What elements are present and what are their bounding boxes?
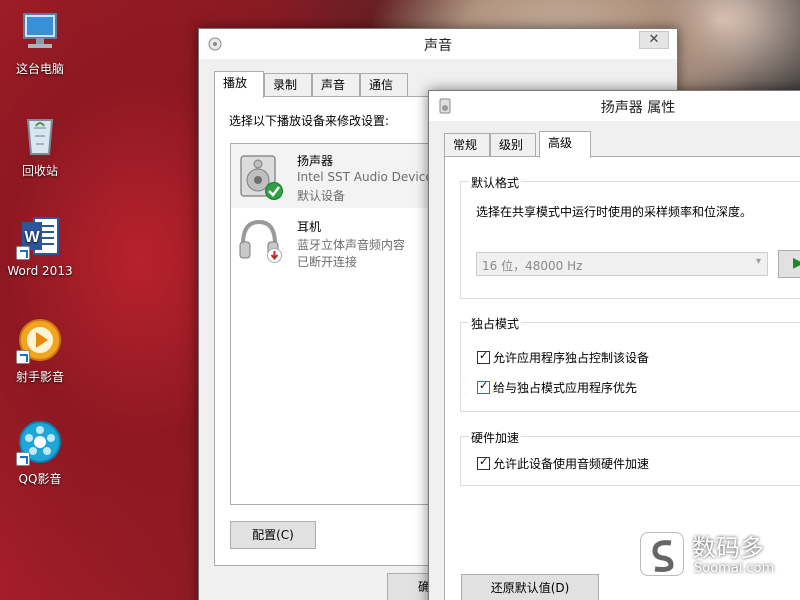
window-title: 扬声器 属性 bbox=[600, 100, 676, 116]
tab-levels[interactable]: 级别 bbox=[490, 133, 536, 157]
sound-window-titlebar[interactable]: 声音 ✕ bbox=[199, 29, 677, 59]
speaker-icon bbox=[235, 152, 283, 200]
hardware-acceleration-checkbox-row[interactable]: 允许此设备使用音频硬件加速 bbox=[477, 455, 649, 471]
format-description: 选择在共享模式中运行时使用的采样频率和位深度。 bbox=[476, 205, 753, 219]
desktop-icon-shooter-player[interactable]: 射手影音 bbox=[0, 316, 80, 385]
group-title: 硬件加速 bbox=[469, 429, 522, 446]
desktop-icon-label: 射手影音 bbox=[15, 370, 64, 384]
tab-recording[interactable]: 录制 bbox=[264, 73, 312, 97]
desktop-icon-this-pc[interactable]: 这台电脑 bbox=[0, 8, 80, 77]
play-icon: ▶ bbox=[793, 255, 800, 271]
exclusive-mode-group: 独占模式 允许应用程序独占控制该设备 给与独占模式应用程序优先 bbox=[460, 315, 800, 412]
checkbox-label: 允许应用程序独占控制该设备 bbox=[493, 351, 650, 365]
format-select[interactable]: 16 位，48000 Hz ▾ bbox=[476, 252, 768, 276]
desktop-icon-label: 这台电脑 bbox=[15, 62, 64, 76]
exclusive-priority-checkbox-row[interactable]: 给与独占模式应用程序优先 bbox=[477, 379, 637, 395]
tab-communications[interactable]: 通信 bbox=[360, 73, 408, 97]
desktop-icon-word-2013[interactable]: W Word 2013 bbox=[0, 212, 80, 278]
exclusive-control-checkbox-row[interactable]: 允许应用程序独占控制该设备 bbox=[477, 349, 649, 365]
group-title: 独占模式 bbox=[469, 315, 522, 332]
desktop-icon-label: QQ影音 bbox=[18, 472, 62, 486]
desktop-icon-recycle-bin[interactable]: 回收站 bbox=[0, 110, 80, 179]
speaker-properties-window: 扬声器 属性 常规 级别 高级 默认格式 选择在共享模式中运行时使用的采样频率和… bbox=[428, 90, 800, 600]
device-status: 已断开连接 bbox=[297, 255, 358, 269]
format-select-value: 16 位，48000 Hz bbox=[482, 259, 583, 273]
hardware-acceleration-group: 硬件加速 允许此设备使用音频硬件加速 bbox=[460, 429, 800, 486]
device-detail: 蓝牙立体声音频内容 bbox=[297, 238, 406, 252]
group-title: 默认格式 bbox=[469, 174, 522, 191]
shortcut-arrow-icon bbox=[16, 350, 30, 364]
watermark-brand: 数码多 bbox=[692, 534, 764, 562]
shortcut-arrow-icon bbox=[16, 452, 30, 466]
restore-defaults-button[interactable]: 还原默认值(D) bbox=[461, 574, 599, 600]
desktop-icon-qq-player[interactable]: QQ影音 bbox=[0, 418, 80, 487]
exclusive-control-checkbox[interactable] bbox=[477, 349, 490, 364]
recycle-bin-icon bbox=[16, 110, 64, 158]
chevron-down-icon: ▾ bbox=[755, 256, 761, 267]
properties-tabs: 常规 级别 高级 bbox=[444, 131, 644, 158]
tab-playback[interactable]: 播放 bbox=[214, 71, 264, 98]
watermark-domain: Soomal.com bbox=[694, 561, 775, 576]
default-check-icon bbox=[265, 182, 283, 200]
soomal-logo-icon bbox=[640, 532, 684, 576]
computer-icon bbox=[16, 8, 64, 56]
test-play-button[interactable]: ▶ bbox=[778, 250, 800, 278]
exclusive-priority-checkbox[interactable] bbox=[477, 379, 490, 394]
watermark: 数码多 Soomal.com bbox=[636, 528, 796, 582]
device-name: 耳机 bbox=[297, 220, 322, 234]
shortcut-arrow-icon bbox=[16, 246, 30, 260]
desktop-icon-label: Word 2013 bbox=[7, 264, 73, 278]
desktop-icon-label: 回收站 bbox=[21, 164, 58, 178]
headphones-icon bbox=[235, 216, 283, 264]
hardware-acceleration-checkbox[interactable] bbox=[477, 455, 490, 470]
qq-player-icon bbox=[16, 418, 64, 466]
word-icon: W bbox=[16, 212, 64, 260]
device-status: 默认设备 bbox=[297, 189, 346, 203]
window-title: 声音 bbox=[424, 38, 452, 54]
configure-button[interactable]: 配置(C) bbox=[230, 521, 316, 549]
svg-text:W: W bbox=[24, 229, 40, 246]
close-button[interactable]: ✕ bbox=[639, 31, 669, 49]
disconnected-icon bbox=[267, 248, 282, 263]
tab-advanced[interactable]: 高级 bbox=[539, 131, 591, 158]
device-detail: Intel SST Audio Device bbox=[297, 170, 433, 184]
properties-titlebar[interactable]: 扬声器 属性 bbox=[429, 91, 800, 121]
instruction-text: 选择以下播放设备来修改设置: bbox=[229, 114, 390, 128]
device-name: 扬声器 bbox=[297, 154, 334, 168]
tab-general[interactable]: 常规 bbox=[444, 133, 490, 157]
checkbox-label: 给与独占模式应用程序优先 bbox=[493, 381, 638, 395]
checkbox-label: 允许此设备使用音频硬件加速 bbox=[493, 457, 650, 471]
tab-sounds[interactable]: 声音 bbox=[312, 73, 360, 97]
shooter-player-icon bbox=[16, 316, 64, 364]
default-format-group: 默认格式 选择在共享模式中运行时使用的采样频率和位深度。 16 位，48000 … bbox=[460, 174, 800, 299]
